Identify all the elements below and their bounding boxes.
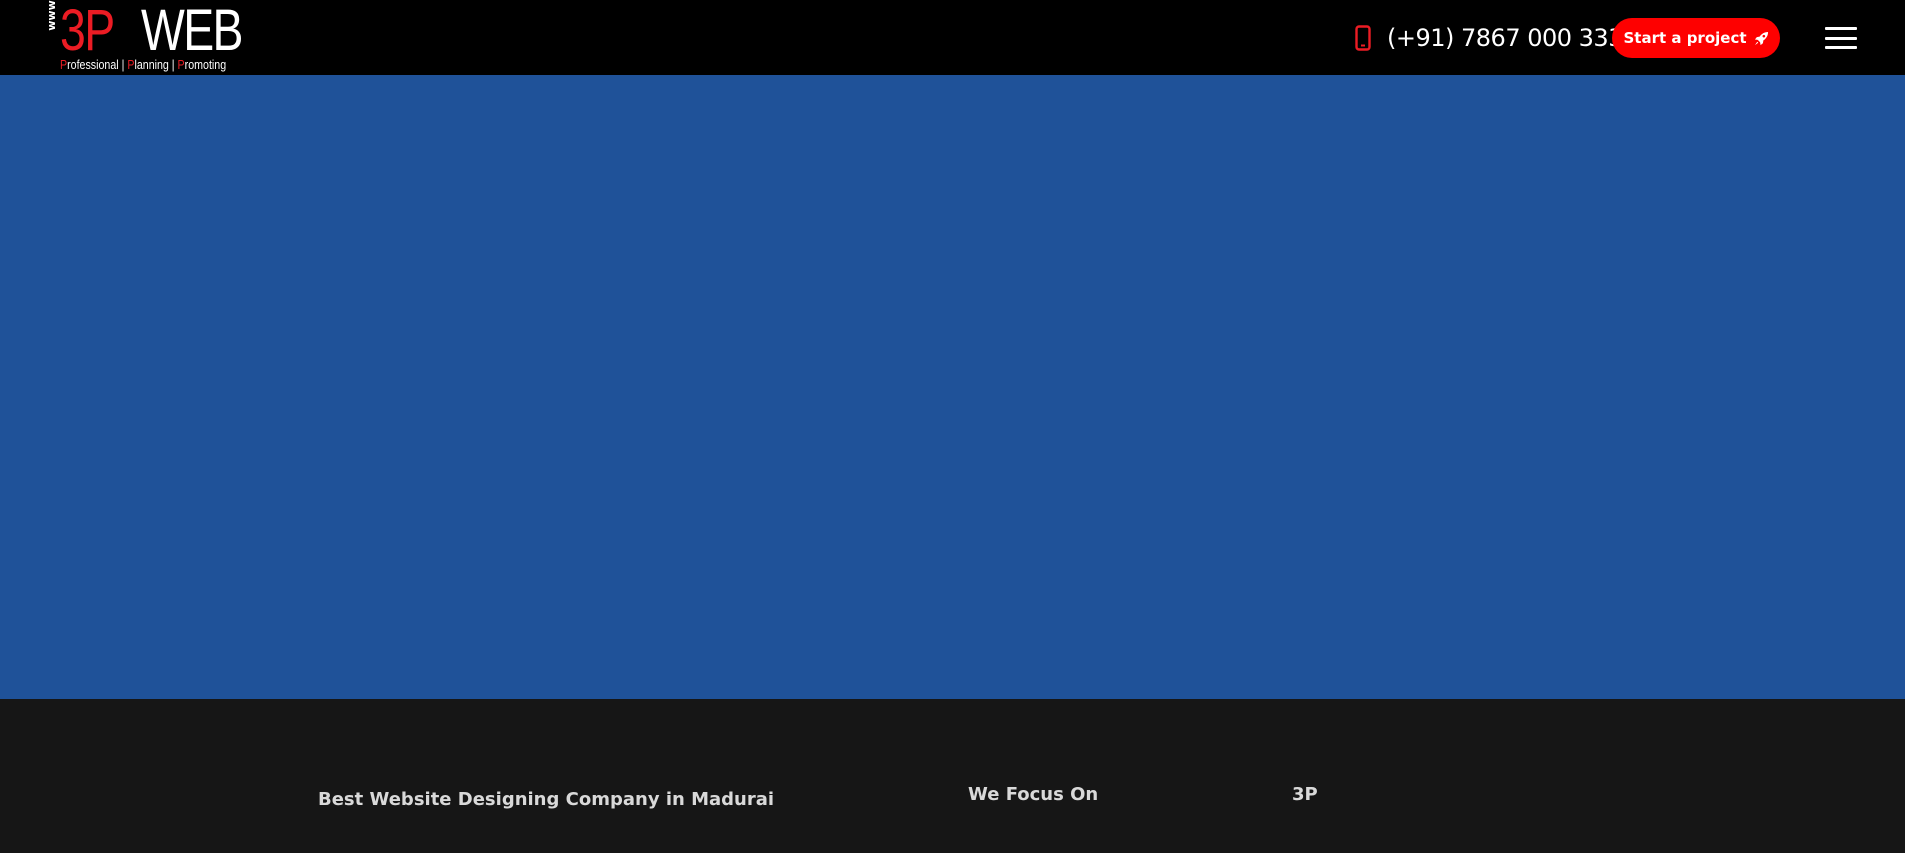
tagline-rest-2: lanning |: [134, 57, 178, 72]
tagline-initial-3: P: [177, 57, 185, 72]
start-project-button[interactable]: Start a project: [1612, 18, 1780, 58]
footer-heading-focus: We Focus On: [968, 784, 1099, 805]
footer-heading-3p: 3P: [1292, 784, 1318, 805]
top-navbar: www 3P WEB Professional | Planning | Pro…: [0, 0, 1905, 75]
hamburger-line: [1825, 36, 1857, 40]
phone-number: (+91) 7867 000 333: [1387, 24, 1623, 52]
tagline-rest-1: rofessional |: [67, 57, 128, 72]
rocket-icon: [1754, 31, 1768, 45]
mobile-phone-icon: [1355, 25, 1371, 51]
hamburger-menu-icon[interactable]: [1825, 27, 1857, 49]
logo-brand-3p: 3P: [60, 0, 115, 63]
tagline-initial-1: P: [60, 57, 68, 72]
logo-brand-web: WEB: [141, 0, 244, 63]
start-project-label: Start a project: [1623, 29, 1747, 47]
footer-heading-company: Best Website Designing Company in Madura…: [318, 789, 775, 810]
tagline-initial-2: P: [127, 57, 135, 72]
hamburger-line: [1825, 27, 1857, 30]
logo-www-text: www: [44, 0, 58, 31]
logo-www: www: [43, 0, 59, 70]
tagline-rest-3: romoting: [184, 57, 227, 72]
site-logo[interactable]: www 3P WEB Professional | Planning | Pro…: [43, 0, 273, 74]
site-footer: Best Website Designing Company in Madura…: [0, 699, 1905, 853]
hero-banner: [0, 75, 1905, 699]
phone-link[interactable]: (+91) 7867 000 333: [1355, 20, 1623, 56]
logo-tagline: Professional | Planning | Promoting: [60, 58, 226, 72]
hamburger-line: [1825, 46, 1857, 49]
